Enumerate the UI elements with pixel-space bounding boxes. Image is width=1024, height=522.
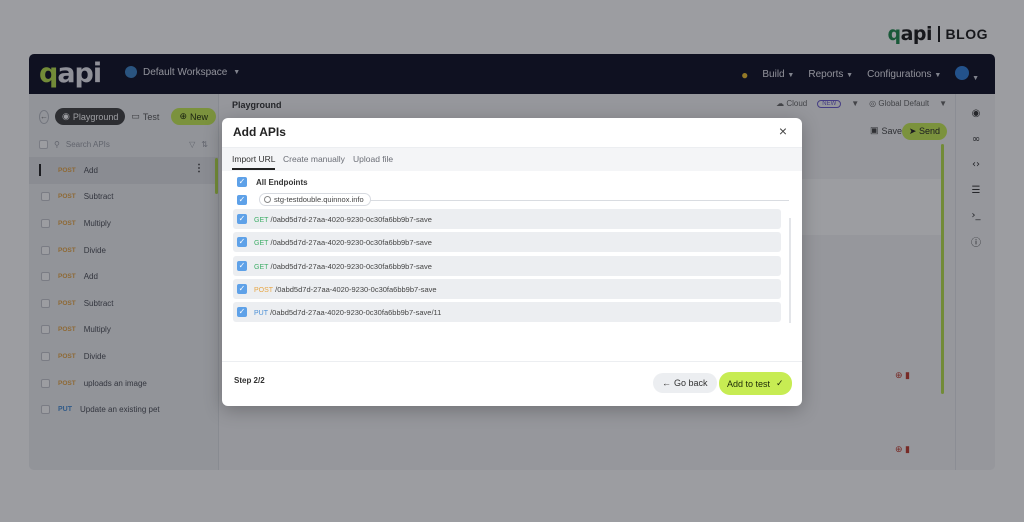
modal-title: Add APIs: [233, 125, 286, 139]
endpoint-row[interactable]: ✓ POST /0abd5d7d-27aa-4020-9230-0c30fa6bb…: [233, 279, 781, 299]
tab-upload-file[interactable]: Upload file: [353, 154, 393, 164]
endpoint-text: PUT /0abd5d7d-27aa-4020-9230-0c30fa6bb9b…: [254, 308, 441, 317]
endpoint-row[interactable]: ✓ GET /0abd5d7d-27aa-4020-9230-0c30fa6bb9…: [233, 209, 781, 229]
endpoint-path: /0abd5d7d-27aa-4020-9230-0c30fa6bb9b7-sa…: [270, 214, 432, 224]
all-endpoints-row[interactable]: ✓ All Endpoints: [237, 177, 308, 187]
go-back-label: Go back: [674, 378, 708, 388]
close-icon[interactable]: ×: [779, 123, 787, 139]
endpoint-path: /0abd5d7d-27aa-4020-9230-0c30fa6bb9b7-sa…: [270, 237, 432, 247]
endpoint-text: GET /0abd5d7d-27aa-4020-9230-0c30fa6bb9b…: [254, 238, 432, 247]
endpoint-path: /0abd5d7d-27aa-4020-9230-0c30fa6bb9b7-sa…: [270, 261, 432, 271]
method-badge: POST: [254, 286, 274, 294]
host-checkbox[interactable]: ✓: [237, 194, 247, 205]
endpoint-checkbox[interactable]: ✓: [237, 214, 247, 224]
endpoint-row[interactable]: ✓ GET /0abd5d7d-27aa-4020-9230-0c30fa6bb9…: [233, 232, 781, 252]
endpoint-checkbox[interactable]: ✓: [237, 261, 247, 271]
endpoint-checkbox[interactable]: ✓: [237, 284, 247, 294]
host-label: stg-testdouble.quinnox.info: [274, 195, 364, 204]
modal-tabs: Import URL Create manually Upload file: [222, 147, 802, 171]
endpoint-path: /0abd5d7d-27aa-4020-9230-0c30fa6bb9b7-sa…: [275, 284, 437, 294]
add-apis-modal: Add APIs × Import URL Create manually Up…: [222, 118, 802, 406]
method-badge: PUT: [254, 309, 268, 317]
method-badge: GET: [254, 239, 269, 247]
arrow-left-icon: ←: [662, 378, 671, 388]
host-status-icon: [264, 196, 271, 203]
check-icon: ✓: [776, 378, 784, 388]
endpoint-path: /0abd5d7d-27aa-4020-9230-0c30fa6bb9b7-sa…: [270, 307, 442, 317]
endpoint-text: GET /0abd5d7d-27aa-4020-9230-0c30fa6bb9b…: [254, 215, 432, 224]
modal-scrollbar[interactable]: [789, 218, 791, 323]
endpoint-row[interactable]: ✓ GET /0abd5d7d-27aa-4020-9230-0c30fa6bb9…: [233, 256, 781, 276]
go-back-button[interactable]: ← Go back: [653, 373, 717, 393]
endpoint-checkbox[interactable]: ✓: [237, 307, 247, 317]
step-indicator: Step 2/2: [234, 376, 265, 385]
method-badge: GET: [254, 263, 269, 271]
modal-footer: Step 2/2 ← Go back Add to test ✓: [222, 361, 802, 406]
all-endpoints-label: All Endpoints: [256, 177, 308, 187]
endpoint-row[interactable]: ✓ PUT /0abd5d7d-27aa-4020-9230-0c30fa6bb9…: [233, 302, 781, 322]
endpoint-text: GET /0abd5d7d-27aa-4020-9230-0c30fa6bb9b…: [254, 262, 432, 271]
host-chip[interactable]: stg-testdouble.quinnox.info: [259, 193, 371, 206]
tab-import-url[interactable]: Import URL: [232, 154, 276, 170]
add-to-test-label: Add to test: [727, 378, 771, 389]
endpoint-text: POST /0abd5d7d-27aa-4020-9230-0c30fa6bb9…: [254, 285, 437, 294]
host-row[interactable]: ✓ stg-testdouble.quinnox.info: [237, 193, 371, 206]
method-badge: GET: [254, 216, 269, 224]
endpoint-checkbox[interactable]: ✓: [237, 237, 247, 247]
host-divider: [359, 200, 789, 201]
add-to-test-button[interactable]: Add to test ✓: [719, 372, 792, 395]
tab-create-manually[interactable]: Create manually: [283, 154, 345, 164]
all-endpoints-checkbox[interactable]: ✓: [237, 177, 247, 187]
